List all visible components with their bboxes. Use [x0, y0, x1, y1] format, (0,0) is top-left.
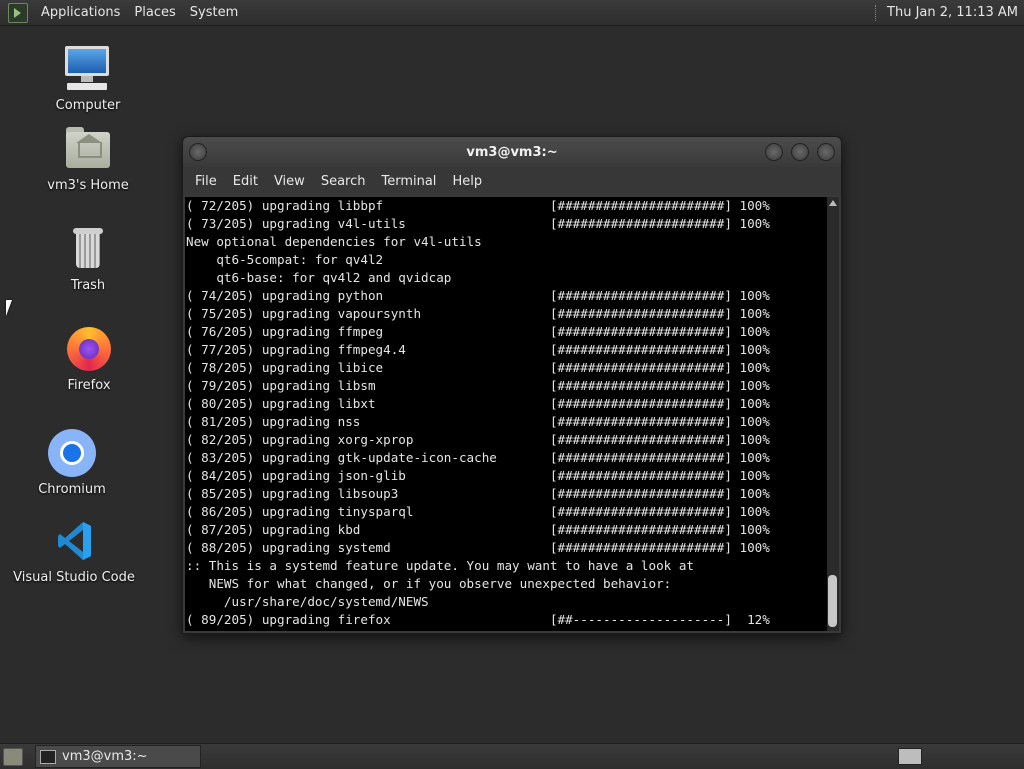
terminal-line: ( 86/205) upgrading tinysparql [########…: [186, 504, 770, 519]
terminal-line: ( 80/205) upgrading libxt [#############…: [186, 396, 770, 411]
terminal-line: qt6-base: for qv4l2 and qvidcap: [186, 270, 452, 285]
window-title: vm3@vm3:~: [466, 144, 558, 160]
taskbar-button-label: vm3@vm3:~: [62, 749, 148, 764]
terminal-titlebar[interactable]: vm3@vm3:~: [183, 137, 841, 167]
scroll-up-arrow-icon[interactable]: [829, 200, 837, 206]
computer-icon: [63, 44, 113, 94]
maximize-icon[interactable]: [791, 143, 809, 161]
show-desktop-icon[interactable]: [3, 747, 23, 766]
terminal-line: ( 84/205) upgrading json-glib [#########…: [186, 468, 770, 483]
terminal-line: NEWS for what changed, or if you observe…: [186, 576, 672, 591]
terminal-icon: [40, 749, 56, 764]
desktop-icon-label: Firefox: [67, 378, 111, 393]
terminal-line: /usr/share/doc/systemd/NEWS: [186, 594, 429, 609]
taskbar-button-terminal[interactable]: vm3@vm3:~: [35, 745, 201, 768]
firefox-icon: [64, 324, 114, 374]
desktop-icon-chromium[interactable]: Chromium: [12, 428, 132, 497]
terminal-line: ( 75/205) upgrading vapoursynth [#######…: [186, 306, 770, 321]
menu-edit[interactable]: Edit: [225, 174, 266, 189]
terminal-line: New optional dependencies for v4l-utils: [186, 234, 482, 249]
terminal-line: ( 89/205) upgrading firefox [##---------…: [186, 612, 770, 627]
clock[interactable]: Thu Jan 2, 11:13 AM: [887, 5, 1024, 20]
vscode-icon: [49, 516, 99, 566]
terminal-line: ( 73/205) upgrading v4l-utils [#########…: [186, 216, 770, 231]
terminal-line: ( 78/205) upgrading libice [############…: [186, 360, 770, 375]
desktop-icon-trash[interactable]: Trash: [28, 224, 148, 293]
home-folder-icon: [63, 124, 113, 174]
desktop-icon-home[interactable]: vm3's Home: [28, 124, 148, 193]
terminal-line: ( 85/205) upgrading libsoup3 [##########…: [186, 486, 770, 501]
bottom-panel: vm3@vm3:~: [0, 743, 1024, 769]
desktop-icon-label: Chromium: [38, 482, 106, 497]
terminal-output[interactable]: ( 72/205) upgrading libbpf [############…: [185, 197, 827, 631]
menu-places[interactable]: Places: [127, 5, 182, 20]
terminal-window[interactable]: vm3@vm3:~ File Edit View Search Terminal…: [182, 136, 842, 634]
terminal-scrollbar[interactable]: [827, 197, 839, 631]
scrollbar-thumb[interactable]: [828, 575, 837, 627]
terminal-menubar: File Edit View Search Terminal Help: [183, 167, 841, 195]
distro-logo-icon[interactable]: [8, 2, 28, 23]
desktop-icon-label: Trash: [70, 278, 106, 293]
menu-search[interactable]: Search: [313, 174, 374, 189]
chromium-icon: [47, 428, 97, 478]
desktop-icon-label: Visual Studio Code: [13, 570, 135, 585]
terminal-line: ( 74/205) upgrading python [############…: [186, 288, 770, 303]
terminal-line: ( 82/205) upgrading xorg-xprop [########…: [186, 432, 770, 447]
terminal-line: ( 79/205) upgrading libsm [#############…: [186, 378, 770, 393]
close-icon[interactable]: [817, 143, 835, 161]
desktop-icon-label: Computer: [55, 98, 121, 113]
desktop-icon-vscode[interactable]: Visual Studio Code: [13, 516, 135, 585]
mouse-pointer-icon: [6, 300, 18, 316]
minimize-icon[interactable]: [765, 143, 783, 161]
menu-view[interactable]: View: [266, 174, 313, 189]
terminal-line: :: This is a systemd feature update. You…: [186, 558, 694, 573]
workspace-switcher[interactable]: [898, 748, 922, 765]
menu-help[interactable]: Help: [444, 174, 490, 189]
terminal-line: ( 83/205) upgrading gtk-update-icon-cach…: [186, 450, 770, 465]
desktop-icon-computer[interactable]: Computer: [28, 44, 148, 113]
terminal-line: qt6-5compat: for qv4l2: [186, 252, 384, 267]
desktop-icon-label: vm3's Home: [47, 178, 129, 193]
menu-terminal[interactable]: Terminal: [373, 174, 444, 189]
window-menu-icon[interactable]: [189, 143, 207, 161]
menu-applications[interactable]: Applications: [34, 5, 127, 20]
desktop-icon-firefox[interactable]: Firefox: [29, 324, 149, 393]
terminal-line: ( 87/205) upgrading kbd [###############…: [186, 522, 770, 537]
menu-file[interactable]: File: [187, 174, 225, 189]
panel-right-area: Thu Jan 2, 11:13 AM: [875, 0, 1024, 25]
terminal-line: ( 76/205) upgrading ffmpeg [############…: [186, 324, 770, 339]
terminal-line: ( 77/205) upgrading ffmpeg4.4 [#########…: [186, 342, 770, 357]
top-panel: Applications Places System Thu Jan 2, 11…: [0, 0, 1024, 26]
panel-separator: [875, 4, 879, 21]
terminal-line: ( 72/205) upgrading libbpf [############…: [186, 198, 770, 213]
menu-system[interactable]: System: [183, 5, 245, 20]
terminal-line: ( 81/205) upgrading nss [###############…: [186, 414, 770, 429]
terminal-line: ( 88/205) upgrading systemd [###########…: [186, 540, 770, 555]
trash-icon: [63, 224, 113, 274]
